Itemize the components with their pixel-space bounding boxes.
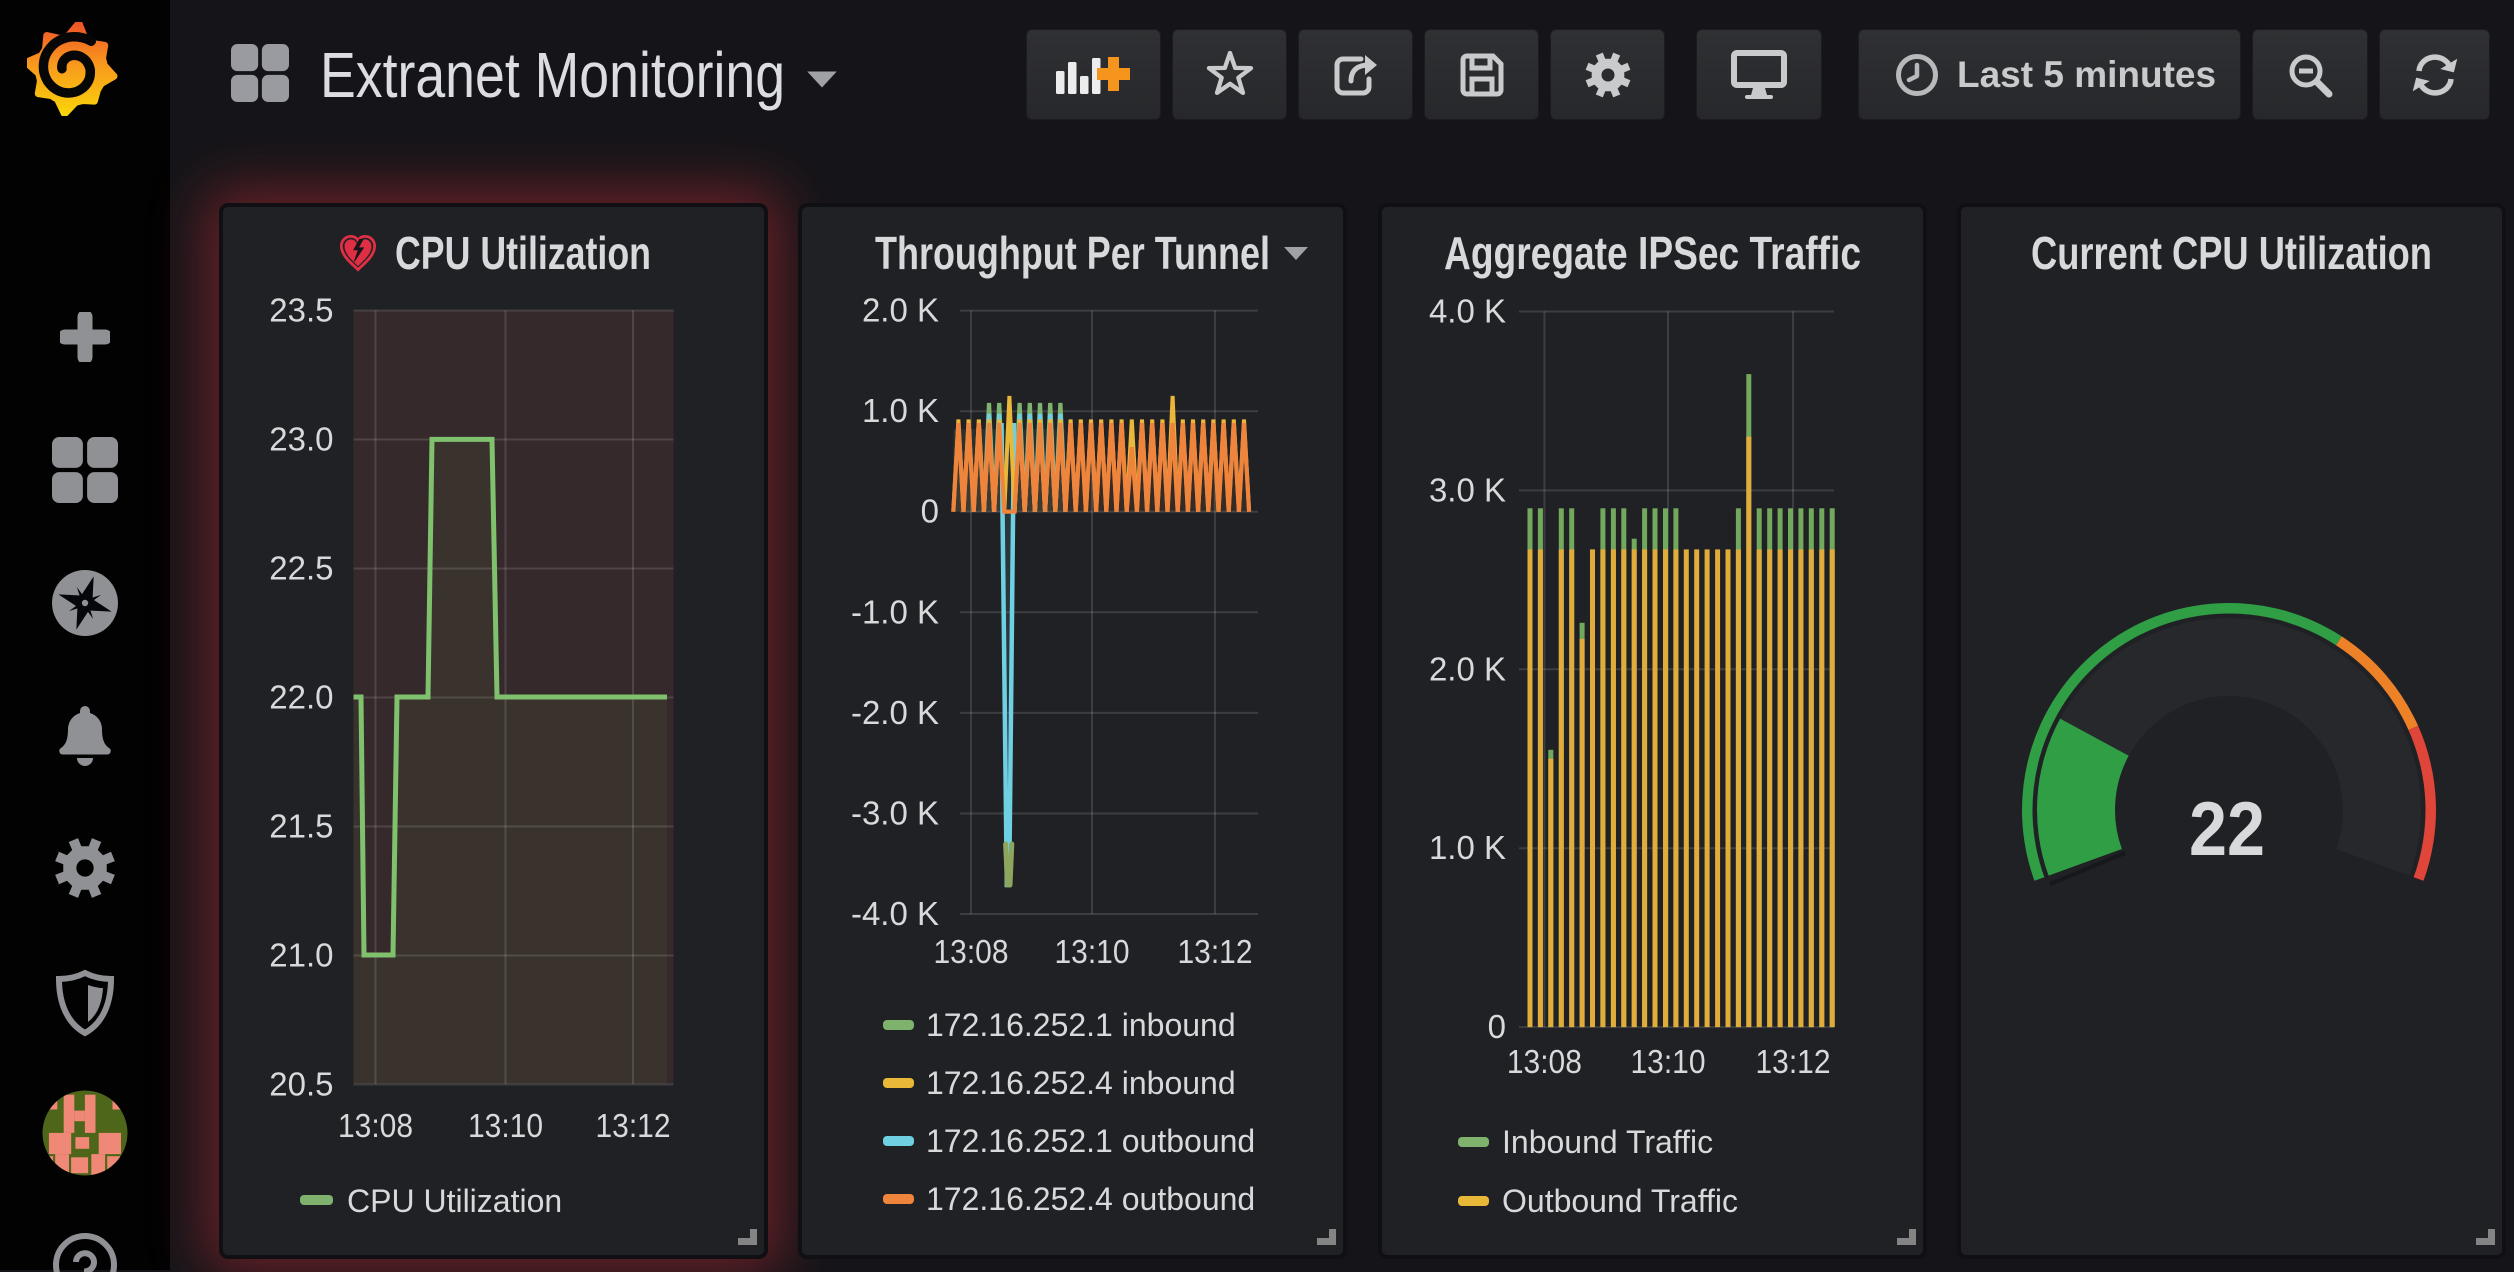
svg-text:13:12: 13:12 — [1756, 1043, 1831, 1080]
svg-text:172.16.252.4 outbound: 172.16.252.4 outbound — [926, 1181, 1255, 1217]
svg-text:-1.0 K: -1.0 K — [851, 593, 939, 630]
svg-text:22.0: 22.0 — [269, 679, 333, 716]
svg-text:22: 22 — [2189, 787, 2265, 872]
svg-text:1.0 K: 1.0 K — [1429, 829, 1506, 866]
svg-text:3.0 K: 3.0 K — [1429, 471, 1506, 508]
svg-text:Outbound Traffic: Outbound Traffic — [1502, 1183, 1738, 1219]
svg-text:21.0: 21.0 — [269, 937, 333, 974]
svg-text:13:10: 13:10 — [1055, 933, 1130, 970]
svg-text:CPU Utilization: CPU Utilization — [347, 1183, 562, 1219]
svg-text:13:10: 13:10 — [468, 1107, 543, 1144]
svg-text:2.0 K: 2.0 K — [1429, 650, 1506, 687]
svg-text:13:10: 13:10 — [1631, 1043, 1706, 1080]
svg-text:13:08: 13:08 — [1507, 1043, 1582, 1080]
svg-text:22.5: 22.5 — [269, 550, 333, 587]
svg-text:-3.0 K: -3.0 K — [851, 795, 939, 832]
svg-text:2.0 K: 2.0 K — [862, 292, 939, 329]
svg-text:0: 0 — [1488, 1008, 1506, 1045]
svg-text:21.5: 21.5 — [269, 808, 333, 845]
svg-text:-2.0 K: -2.0 K — [851, 694, 939, 731]
svg-text:13:08: 13:08 — [338, 1107, 413, 1144]
svg-text:13:12: 13:12 — [1178, 933, 1253, 970]
svg-text:172.16.252.1 inbound: 172.16.252.1 inbound — [926, 1007, 1236, 1043]
svg-text:23.0: 23.0 — [269, 421, 333, 458]
svg-text:0: 0 — [921, 493, 939, 530]
svg-text:4.0 K: 4.0 K — [1429, 293, 1506, 330]
svg-text:Inbound Traffic: Inbound Traffic — [1502, 1124, 1713, 1160]
svg-text:1.0 K: 1.0 K — [862, 392, 939, 429]
svg-text:172.16.252.1 outbound: 172.16.252.1 outbound — [926, 1123, 1255, 1159]
svg-text:23.5: 23.5 — [269, 292, 333, 329]
svg-text:13:12: 13:12 — [596, 1107, 671, 1144]
svg-text:20.5: 20.5 — [269, 1066, 333, 1103]
svg-text:172.16.252.4 inbound: 172.16.252.4 inbound — [926, 1065, 1236, 1101]
svg-text:-4.0 K: -4.0 K — [851, 895, 939, 932]
svg-text:13:08: 13:08 — [934, 933, 1009, 970]
